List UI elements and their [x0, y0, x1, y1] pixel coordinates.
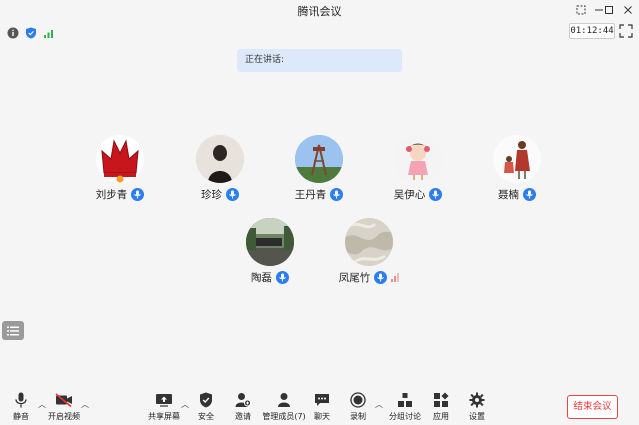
security-label: 安全: [198, 412, 214, 421]
participant-name: 凤尾竹: [338, 272, 371, 284]
avatar: [295, 135, 343, 183]
mic-on-icon: [276, 271, 289, 284]
video-options-chevron-up-icon[interactable]: ︿: [81, 399, 89, 410]
shield-icon: [197, 392, 215, 408]
chat-icon: [313, 392, 331, 408]
mic-on-icon: [330, 188, 344, 201]
gear-icon: [468, 392, 486, 408]
avatar: [394, 135, 442, 183]
title-bar: 腾讯会议: [0, 0, 639, 20]
video-off-icon: [55, 392, 73, 408]
info-icon[interactable]: [7, 24, 19, 39]
shield-icon[interactable]: [25, 24, 37, 39]
participant-name: 陶磊: [251, 272, 272, 284]
apps-grid-icon: [432, 392, 450, 408]
participant-tile[interactable]: 聂楠: [469, 135, 565, 211]
member-list-toggle-icon[interactable]: [2, 321, 24, 340]
participant-tile[interactable]: 凤尾竹: [321, 218, 417, 294]
avatar: [246, 218, 294, 266]
mic-on-icon: [131, 188, 145, 201]
avatar: [196, 135, 244, 183]
start-video-label: 开启视频: [48, 412, 80, 421]
share-screen-label: 共享屏幕: [148, 412, 180, 421]
participant-tile[interactable]: 珍珍: [172, 135, 268, 211]
volume-level-icon: [391, 273, 400, 282]
participant-name: 吴伊心: [393, 189, 426, 201]
close-button[interactable]: [617, 0, 639, 20]
settings-label: 设置: [469, 412, 485, 421]
fullscreen-icon[interactable]: [619, 23, 633, 38]
record-label: 录制: [350, 412, 366, 421]
share-screen-icon: [155, 392, 173, 408]
settings-button[interactable]: 设置: [453, 392, 501, 422]
chat-label: 聊天: [314, 412, 330, 421]
apps-label: 应用: [433, 412, 449, 421]
participant-tile[interactable]: 陶磊: [222, 218, 318, 294]
participant-tile[interactable]: 刘步青: [72, 135, 168, 211]
participant-tile[interactable]: 吴伊心: [370, 135, 466, 211]
mic-on-icon: [226, 188, 239, 201]
record-icon: [349, 392, 367, 408]
avatar: [493, 135, 541, 183]
avatar: [345, 218, 393, 266]
breakout-icon: [396, 392, 414, 408]
end-meeting-button[interactable]: 结束会议: [567, 395, 618, 419]
mute-label: 静音: [13, 412, 29, 421]
avatar: [96, 135, 144, 183]
microphone-icon: [12, 392, 30, 408]
window-title: 腾讯会议: [297, 5, 342, 18]
speaking-indicator: 正在讲话:: [237, 49, 402, 72]
signal-icon[interactable]: [43, 24, 55, 38]
invite-label: 邀请: [235, 412, 251, 421]
participant-tile[interactable]: 王丹青: [271, 135, 367, 211]
mic-on-icon: [374, 271, 388, 284]
participant-name: 刘步青: [95, 189, 128, 201]
add-user-icon: [234, 392, 252, 408]
participant-name: 珍珍: [201, 189, 222, 201]
participant-name: 王丹青: [294, 189, 327, 201]
mic-on-icon: [523, 188, 536, 201]
meeting-timer: 01:12:44: [569, 23, 615, 39]
participant-name: 聂楠: [498, 189, 519, 201]
members-icon: [275, 392, 293, 408]
mic-on-icon: [429, 188, 443, 201]
